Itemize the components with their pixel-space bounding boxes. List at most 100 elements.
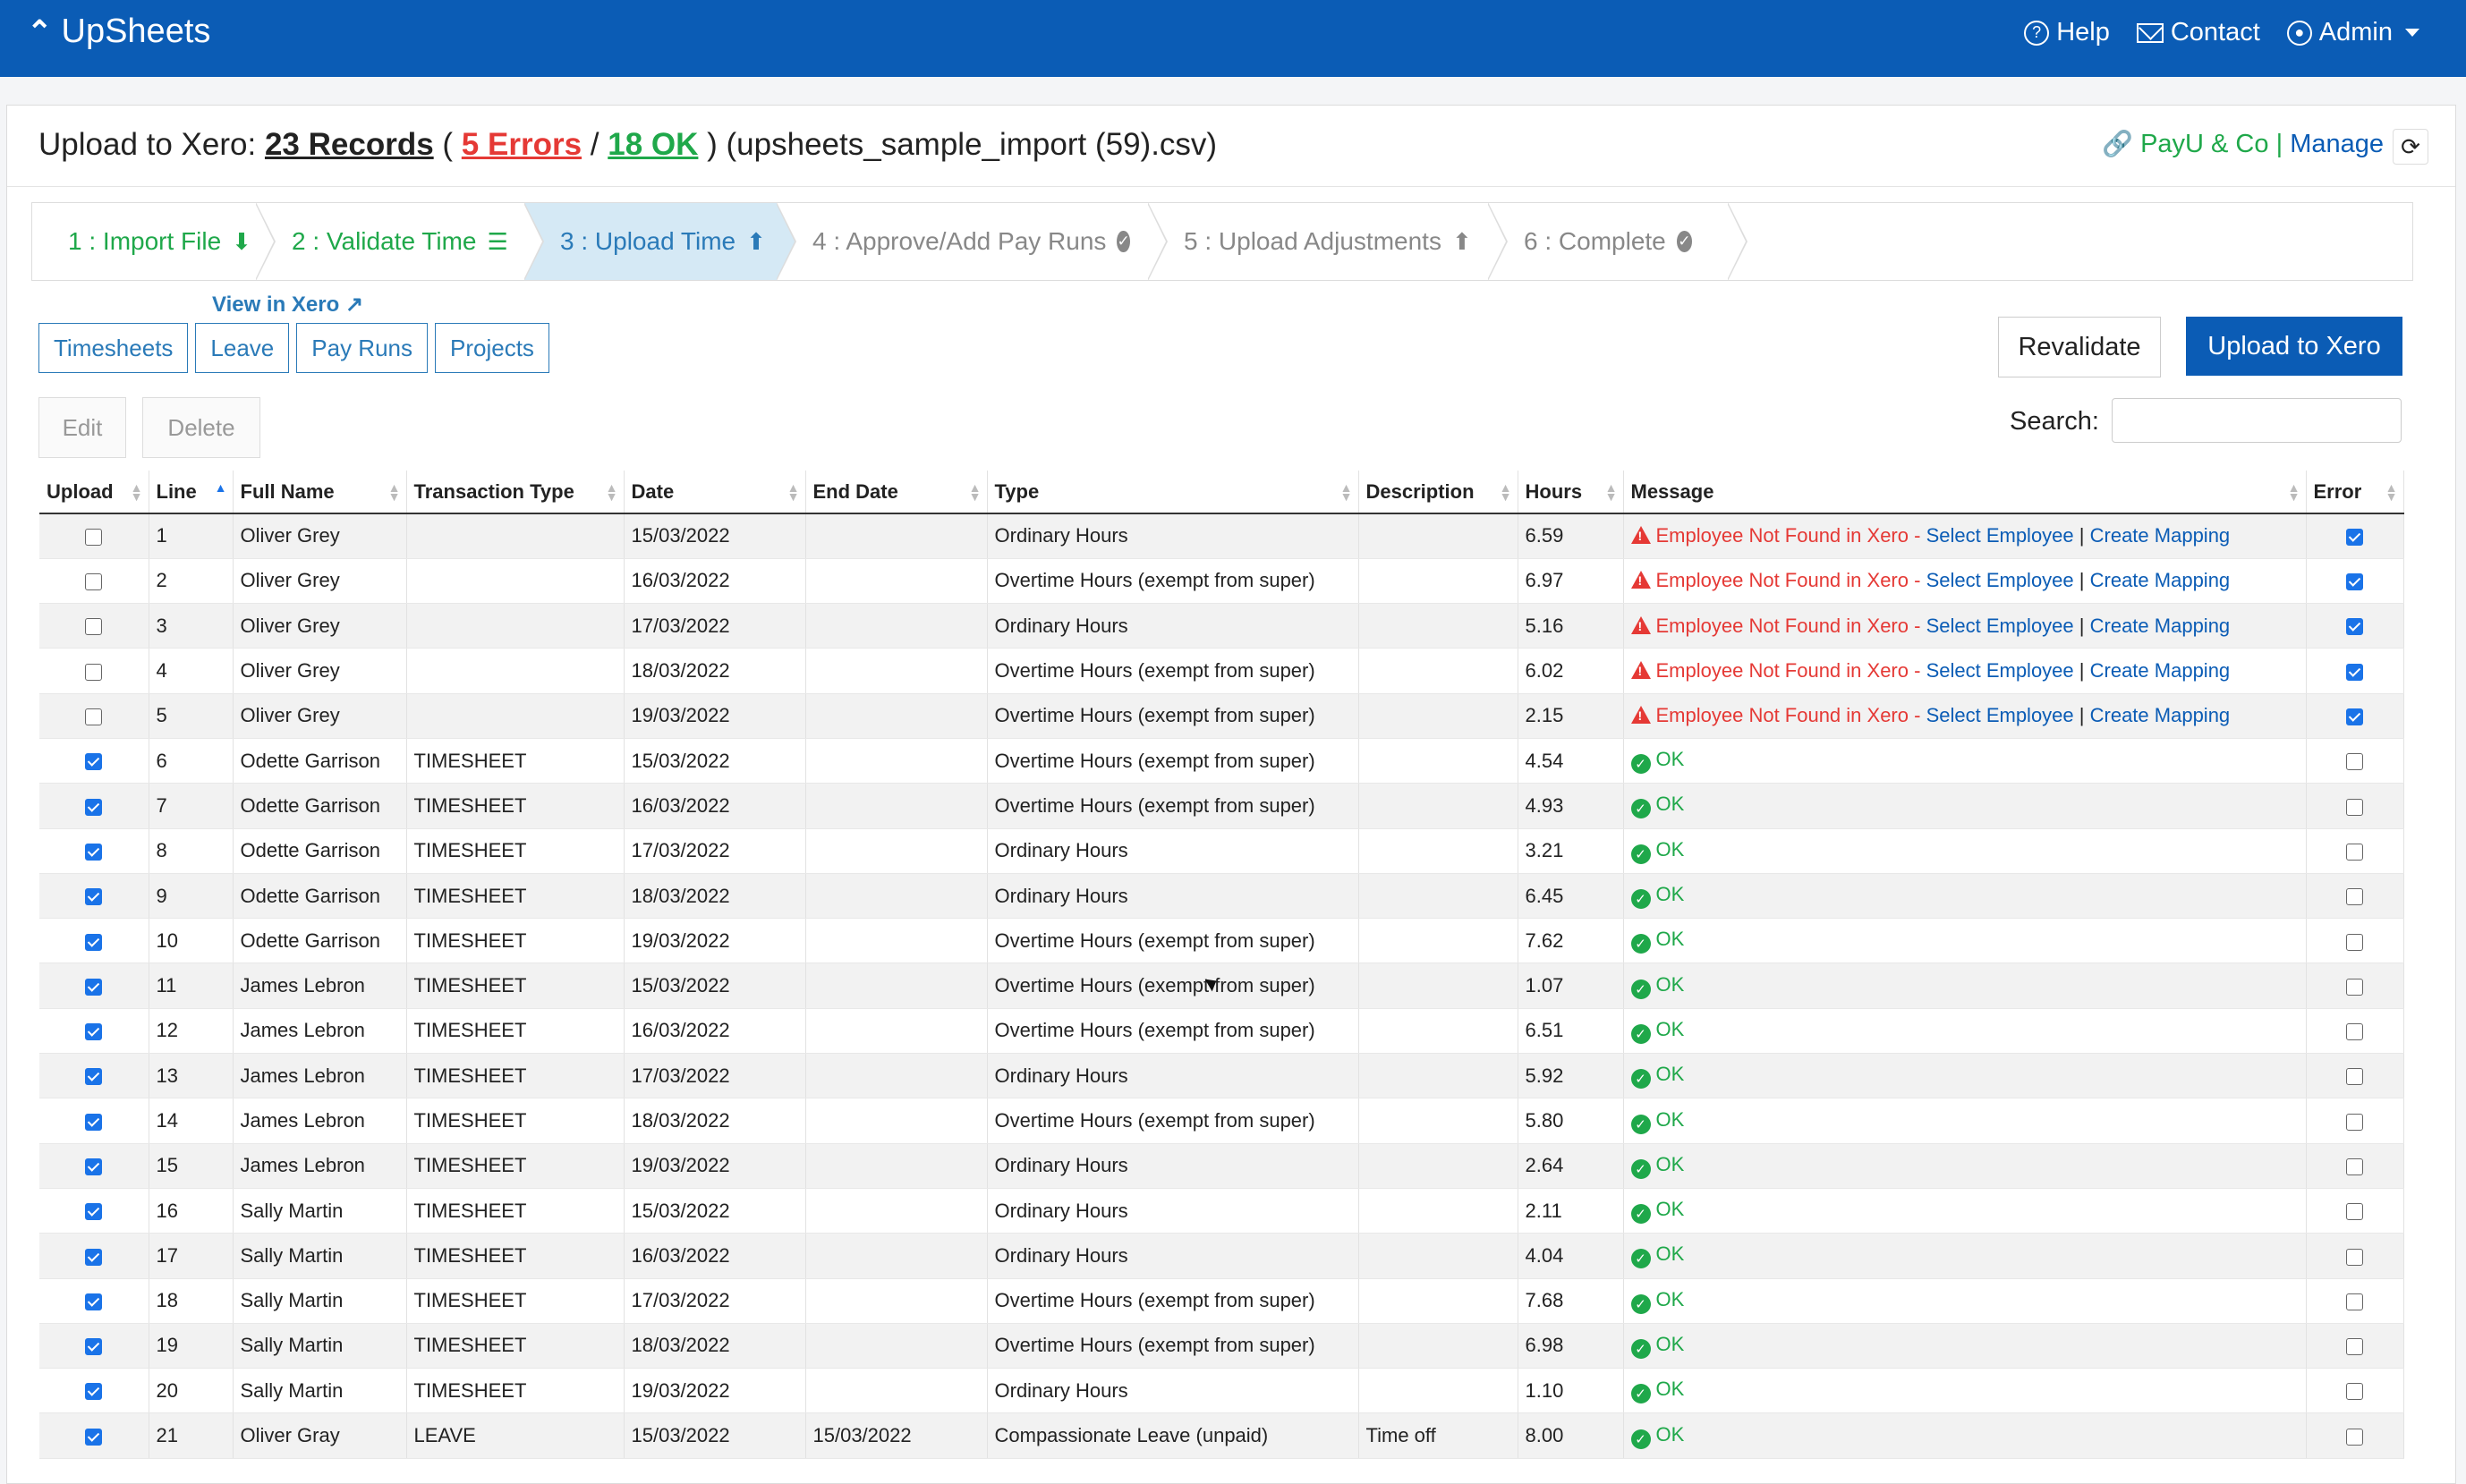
error-checkbox[interactable] xyxy=(2345,1248,2363,1266)
upload-checkbox[interactable] xyxy=(84,1023,102,1041)
error-checkbox[interactable] xyxy=(2345,843,2363,861)
upload-checkbox[interactable] xyxy=(84,1293,102,1310)
error-checkbox[interactable] xyxy=(2345,529,2363,547)
upload-checkbox[interactable] xyxy=(84,1203,102,1221)
select-employee-link[interactable]: Select Employee xyxy=(1926,569,2074,591)
upload-to-xero-button[interactable]: Upload to Xero xyxy=(2186,317,2402,376)
error-checkbox[interactable] xyxy=(2345,888,2363,906)
column-header[interactable]: Transaction Type ▲ ▼ xyxy=(406,471,625,514)
tab-pay-runs[interactable]: Pay Runs xyxy=(296,323,428,373)
table-row[interactable]: 6 Odette Garrison TIMESHEET 15/03/2022 Overt… xyxy=(39,738,2404,784)
error-checkbox[interactable] xyxy=(2345,753,2363,771)
error-checkbox[interactable] xyxy=(2345,1203,2363,1221)
nav-contact[interactable]: Contact xyxy=(2136,18,2260,47)
error-checkbox[interactable] xyxy=(2345,663,2363,681)
errors-link[interactable]: 5 Errors xyxy=(462,127,582,162)
brand-logo[interactable]: ⌃ UpSheets xyxy=(27,13,210,51)
create-mapping-link[interactable]: Create Mapping xyxy=(2090,704,2231,726)
view-in-xero-link[interactable]: View in Xero ↗ xyxy=(212,292,363,318)
search-input[interactable] xyxy=(2112,398,2402,443)
nav-admin-dropdown[interactable]: ● Admin xyxy=(2286,18,2419,47)
column-header[interactable]: Full Name ▲ ▼ xyxy=(233,471,407,514)
upload-checkbox[interactable] xyxy=(84,933,102,951)
error-checkbox[interactable] xyxy=(2345,573,2363,591)
column-header[interactable]: Hours ▲ ▼ xyxy=(1518,471,1624,514)
table-row[interactable]: 2 Oliver Grey 16/03/2022 Overtime Hours (ex… xyxy=(39,558,2404,605)
column-header[interactable]: Line ▲ xyxy=(149,471,234,514)
error-checkbox[interactable] xyxy=(2345,933,2363,951)
select-employee-link[interactable]: Select Employee xyxy=(1926,615,2074,637)
upload-checkbox[interactable] xyxy=(84,1338,102,1356)
upload-checkbox[interactable] xyxy=(84,843,102,861)
table-row[interactable]: 15 James Lebron TIMESHEET 19/03/2022 Ordinar… xyxy=(39,1143,2404,1189)
table-row[interactable]: 21 Oliver Gray LEAVE 15/03/2022 15/03/2022 Co… xyxy=(39,1412,2404,1459)
upload-checkbox[interactable] xyxy=(84,618,102,636)
select-employee-link[interactable]: Select Employee xyxy=(1926,524,2074,547)
upload-checkbox[interactable] xyxy=(84,1248,102,1266)
step-complete[interactable]: 6 : Complete ✓ xyxy=(1488,202,1747,281)
column-header[interactable]: Description ▲ ▼ xyxy=(1358,471,1518,514)
step-upload-time[interactable]: 3 : Upload Time ⬆ xyxy=(524,202,796,281)
upload-checkbox[interactable] xyxy=(84,753,102,771)
error-checkbox[interactable] xyxy=(2345,1338,2363,1356)
table-row[interactable]: 11 James Lebron TIMESHEET 15/03/2022 Overtim… xyxy=(39,962,2404,1009)
create-mapping-link[interactable]: Create Mapping xyxy=(2090,569,2231,591)
manage-link[interactable]: Manage xyxy=(2290,130,2384,158)
column-header[interactable]: Date ▲ ▼ xyxy=(624,471,806,514)
error-checkbox[interactable] xyxy=(2345,708,2363,726)
nav-help[interactable]: ? Help xyxy=(2024,18,2110,47)
error-checkbox[interactable] xyxy=(2345,618,2363,636)
table-row[interactable]: 20 Sally Martin TIMESHEET 19/03/2022 Ordinar… xyxy=(39,1368,2404,1414)
create-mapping-link[interactable]: Create Mapping xyxy=(2090,615,2231,637)
error-checkbox[interactable] xyxy=(2345,1383,2363,1401)
delete-button[interactable]: Delete xyxy=(142,397,260,458)
table-row[interactable]: 3 Oliver Grey 17/03/2022 Ordinary Hours 5.16… xyxy=(39,603,2404,649)
error-checkbox[interactable] xyxy=(2345,1068,2363,1086)
tab-leave[interactable]: Leave xyxy=(195,323,290,373)
tab-projects[interactable]: Projects xyxy=(435,323,549,373)
error-checkbox[interactable] xyxy=(2345,1428,2363,1446)
step-upload-adjustments[interactable]: 5 : Upload Adjustments ⬆ xyxy=(1148,202,1508,281)
column-header[interactable]: Type ▲ ▼ xyxy=(987,471,1359,514)
upload-checkbox[interactable] xyxy=(84,1113,102,1131)
table-row[interactable]: 1 Oliver Grey 15/03/2022 Ordinary Hours 6.59… xyxy=(39,513,2404,559)
upload-checkbox[interactable] xyxy=(84,1158,102,1175)
select-employee-link[interactable]: Select Employee xyxy=(1926,704,2074,726)
table-row[interactable]: 4 Oliver Grey 18/03/2022 Overtime Hours (ex… xyxy=(39,648,2404,694)
upload-checkbox[interactable] xyxy=(84,1068,102,1086)
table-row[interactable]: 8 Odette Garrison TIMESHEET 17/03/2022 Ordin… xyxy=(39,828,2404,874)
error-checkbox[interactable] xyxy=(2345,798,2363,816)
upload-checkbox[interactable] xyxy=(84,798,102,816)
records-link[interactable]: 23 Records xyxy=(265,127,434,162)
upload-checkbox[interactable] xyxy=(84,1428,102,1446)
table-row[interactable]: 19 Sally Martin TIMESHEET 18/03/2022 Overtim… xyxy=(39,1323,2404,1370)
create-mapping-link[interactable]: Create Mapping xyxy=(2090,524,2231,547)
table-row[interactable]: 16 Sally Martin TIMESHEET 15/03/2022 Ordinar… xyxy=(39,1188,2404,1234)
column-header[interactable]: End Date ▲ ▼ xyxy=(805,471,988,514)
upload-checkbox[interactable] xyxy=(84,573,102,591)
error-checkbox[interactable] xyxy=(2345,1113,2363,1131)
edit-button[interactable]: Edit xyxy=(38,397,126,458)
tab-timesheets[interactable]: Timesheets xyxy=(38,323,189,373)
column-header[interactable]: Upload ▲ ▼ xyxy=(39,471,149,514)
column-header[interactable]: Error ▲ ▼ xyxy=(2306,471,2404,514)
upload-checkbox[interactable] xyxy=(84,708,102,726)
upload-checkbox[interactable] xyxy=(84,663,102,681)
table-row[interactable]: 17 Sally Martin TIMESHEET 16/03/2022 Ordinar… xyxy=(39,1233,2404,1279)
revalidate-button[interactable]: Revalidate xyxy=(1998,317,2161,377)
refresh-button[interactable]: ⟳ xyxy=(2393,129,2428,165)
table-row[interactable]: 10 Odette Garrison TIMESHEET 19/03/2022 Over… xyxy=(39,918,2404,964)
upload-checkbox[interactable] xyxy=(84,978,102,996)
table-row[interactable]: 14 James Lebron TIMESHEET 18/03/2022 Overtim… xyxy=(39,1098,2404,1144)
upload-checkbox[interactable] xyxy=(84,529,102,547)
error-checkbox[interactable] xyxy=(2345,1158,2363,1175)
upload-checkbox[interactable] xyxy=(84,888,102,906)
step-validate-time[interactable]: 2 : Validate Time ☰ xyxy=(256,202,544,281)
column-header[interactable]: Message ▲ ▼ xyxy=(1623,471,2307,514)
error-checkbox[interactable] xyxy=(2345,1023,2363,1041)
error-checkbox[interactable] xyxy=(2345,1293,2363,1310)
table-row[interactable]: 13 James Lebron TIMESHEET 17/03/2022 Ordinar… xyxy=(39,1053,2404,1099)
upload-checkbox[interactable] xyxy=(84,1383,102,1401)
select-employee-link[interactable]: Select Employee xyxy=(1926,659,2074,682)
error-checkbox[interactable] xyxy=(2345,978,2363,996)
